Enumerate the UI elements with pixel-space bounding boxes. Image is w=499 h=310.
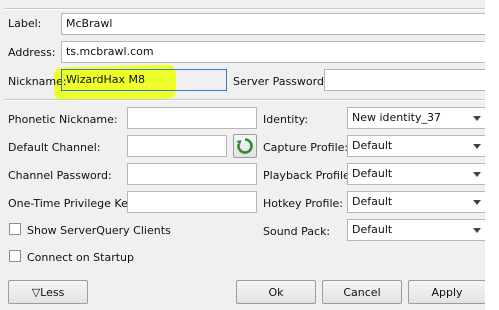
- less-button[interactable]: ▽Less: [8, 280, 88, 304]
- chevron-down-icon: [473, 144, 481, 149]
- ok-button[interactable]: Ok: [236, 280, 316, 304]
- window-edge: [485, 0, 499, 310]
- refresh-icon: [236, 138, 253, 154]
- connect-on-startup-label: Connect on Startup: [27, 251, 135, 264]
- address-label: Address:: [8, 46, 56, 59]
- chevron-down-icon: [473, 228, 481, 233]
- show-serverquery-checkbox[interactable]: [9, 223, 21, 235]
- connect-on-startup-checkbox[interactable]: [9, 250, 21, 262]
- playback-profile-value: Default: [352, 167, 393, 180]
- address-field[interactable]: ts.mcbrawl.com: [61, 41, 493, 63]
- channel-password-field[interactable]: [127, 163, 257, 185]
- apply-button[interactable]: Apply: [408, 280, 486, 304]
- identity-label: Identity:: [263, 113, 309, 126]
- channel-password-label: Channel Password:: [8, 169, 112, 182]
- hotkey-profile-label: Hotkey Profile:: [263, 197, 343, 210]
- privilege-key-label: One-Time Privilege Key:: [8, 197, 138, 210]
- sound-pack-value: Default: [352, 223, 393, 236]
- show-serverquery-label: Show ServerQuery Clients: [27, 224, 171, 237]
- server-password-field[interactable]: [324, 69, 493, 91]
- server-password-label: Server Password:: [233, 75, 328, 88]
- label-field[interactable]: McBrawl: [61, 13, 493, 35]
- identity-value: New identity_37: [352, 111, 441, 124]
- cancel-button[interactable]: Cancel: [322, 280, 402, 304]
- phonetic-nickname-field[interactable]: [127, 107, 257, 129]
- identity-select[interactable]: New identity_37: [347, 107, 487, 129]
- capture-profile-label: Capture Profile:: [263, 141, 349, 154]
- capture-profile-select[interactable]: Default: [347, 135, 487, 157]
- label-label: Label:: [8, 17, 42, 30]
- default-channel-field[interactable]: [127, 135, 227, 157]
- sound-pack-select[interactable]: Default: [347, 219, 487, 241]
- hotkey-profile-select[interactable]: Default: [347, 191, 487, 213]
- phonetic-nickname-label: Phonetic Nickname:: [8, 113, 118, 126]
- nickname-label: Nickname:: [8, 75, 67, 88]
- capture-profile-value: Default: [352, 139, 393, 152]
- section-divider: [4, 99, 485, 101]
- nickname-field[interactable]: WizardHax M8: [61, 69, 227, 91]
- playback-profile-label: Playback Profile:: [263, 169, 354, 182]
- privilege-key-field[interactable]: [127, 191, 257, 213]
- chevron-down-icon: [473, 116, 481, 121]
- chevron-down-icon: [473, 172, 481, 177]
- refresh-channel-button[interactable]: [233, 134, 257, 158]
- sound-pack-label: Sound Pack:: [263, 225, 331, 238]
- top-divider: [4, 8, 485, 10]
- playback-profile-select[interactable]: Default: [347, 163, 487, 185]
- chevron-down-icon: [473, 200, 481, 205]
- default-channel-label: Default Channel:: [8, 141, 101, 154]
- hotkey-profile-value: Default: [352, 195, 393, 208]
